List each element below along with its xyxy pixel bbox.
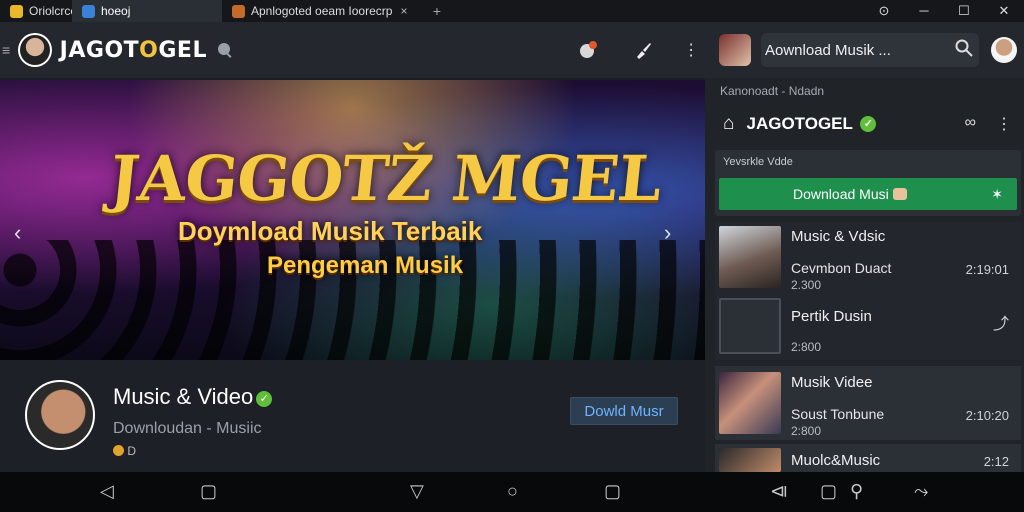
search-box[interactable]: Aownload Musik ... — [761, 33, 979, 67]
home-icon[interactable]: ⌂ — [723, 113, 734, 135]
tab-favicon — [10, 4, 23, 18]
brand-text-end: GEL — [158, 37, 207, 63]
share-icon[interactable]: ⤴ — [993, 310, 1009, 334]
home-circle-icon[interactable]: ○ — [507, 481, 518, 502]
video-thumbnail — [719, 298, 781, 354]
brand-avatar[interactable] — [17, 33, 52, 67]
list-item-meta: 2:800 — [791, 340, 822, 354]
channel-title[interactable]: Music & Video ✓ — [113, 384, 273, 410]
list-item-meta: 2:800 — [791, 424, 822, 438]
more-vertical-icon[interactable]: ⋮ — [996, 114, 1012, 134]
download-music-bar[interactable]: Download Musi ✶ — [719, 178, 1017, 210]
rewind-icon[interactable]: ⧏ — [770, 481, 788, 502]
brush-icon[interactable] — [630, 36, 658, 64]
list-item-meta: 2.300 — [791, 278, 822, 292]
hand-icon — [892, 188, 907, 200]
channel-subtitle: Downloudan - Musiic — [113, 420, 262, 437]
brand-name[interactable]: JAGOTOGEL — [60, 38, 207, 63]
video-thumbnail — [719, 226, 781, 288]
list-item[interactable]: Muolc&Music 2:12 — [715, 444, 1021, 472]
list-item-duration: 2:19:01 — [965, 262, 1009, 277]
maximize-icon[interactable]: ☐ — [944, 0, 984, 22]
brand-text-start: JAGOT — [59, 37, 140, 63]
video-thumbnail — [719, 448, 781, 472]
right-panel: Kanonoadt - Ndadn ⌂ JAGOTOGEL ✓ ∞ ⋮ Yevs… — [705, 78, 1024, 472]
panel-title[interactable]: JAGOTOGEL ✓ — [746, 114, 877, 134]
panel-title-text: JAGOTOGEL — [746, 114, 853, 133]
chevron-left-icon[interactable]: ‹ — [14, 220, 21, 246]
hero-banner[interactable]: JAGGOTŽ MGEL Doymload Musik Terbaik Peng… — [0, 80, 705, 360]
brand-text-o: O — [139, 37, 159, 63]
tab-label: hoeoj — [101, 4, 131, 18]
list-item-subtitle: Cevmbon Duact — [791, 260, 892, 276]
user-avatar[interactable] — [991, 37, 1017, 63]
minimize-icon[interactable]: ─ — [904, 0, 944, 22]
tab-favicon — [232, 4, 245, 18]
panel-title-row: ⌂ JAGOTOGEL ✓ ∞ ⋮ — [705, 108, 1024, 140]
link-icon[interactable]: ∞ — [965, 114, 976, 134]
pin-icon[interactable]: ✶ — [991, 186, 1003, 203]
system-nav-bar: ◁ ▢ ▽ ○ ▢ ⧏ ▢ ⚲ ⤳ — [0, 472, 1024, 512]
new-tab-button[interactable]: + — [422, 0, 452, 22]
video-thumbnail — [719, 372, 781, 434]
channel-thumbnail[interactable] — [719, 34, 751, 66]
banner-subtitle-2: Pengeman Musik — [267, 252, 464, 279]
right-header: Aownload Musik ... — [705, 22, 1024, 78]
channel-avatar[interactable] — [25, 380, 95, 450]
list-item-duration: 2:10:20 — [965, 408, 1009, 423]
banner-title: JAGGOTŽ MGEL — [106, 142, 665, 215]
back-icon[interactable]: ◁ — [100, 481, 114, 502]
close-window-icon[interactable]: ✕ — [984, 0, 1024, 22]
window-controls: ⊙ ─ ☐ ✕ — [864, 0, 1024, 22]
tab-3[interactable]: Apnlogoted oeam Ioorecrp × — [222, 0, 422, 22]
panel-actions: ∞ ⋮ — [965, 114, 1012, 134]
notification-icon[interactable] — [574, 36, 602, 64]
verified-icon: ✓ — [256, 391, 273, 407]
channel-info: Music & Video ✓ Downloudan - Musiic D Dow… — [0, 360, 705, 472]
list-item-title: Musik Videe — [791, 374, 873, 391]
tab-favicon — [82, 4, 95, 18]
tab-2-active[interactable]: hoeoj — [72, 0, 222, 22]
help-icon[interactable]: ⊙ — [864, 0, 904, 22]
channel-title-text: Music & Video — [113, 384, 254, 409]
verified-icon: ✓ — [860, 116, 877, 132]
list-item-title: Muolc&Music — [791, 452, 881, 469]
chevron-right-icon[interactable]: › — [664, 220, 671, 246]
list-item[interactable]: Musik Videe Soust Tonbune 2:800 2:10:20 — [715, 366, 1021, 440]
tab-label: Oriolcrce — [29, 4, 78, 18]
menu-icon[interactable]: ≡ — [2, 42, 12, 58]
down-triangle-icon[interactable]: ▽ — [410, 481, 424, 502]
channel-meta: D — [113, 444, 136, 458]
list-item[interactable]: Pertik Dusin 2:800 ⤴ — [715, 294, 1021, 360]
list-item-subtitle: Soust Tonbune — [791, 406, 885, 422]
square-icon[interactable]: ▢ — [820, 481, 837, 502]
more-vertical-icon[interactable]: ⋮ — [677, 36, 705, 64]
recents-icon[interactable]: ▢ — [200, 481, 217, 502]
featured-label: Yevsrkle Vdde — [723, 156, 793, 168]
close-tab-icon[interactable]: × — [400, 4, 407, 18]
list-item-duration: 2:12 — [983, 454, 1009, 469]
tab-label: Apnlogoted oeam Ioorecrp — [251, 4, 393, 18]
site-header: ≡ JAGOTOGEL ⋮ — [0, 22, 705, 78]
search-input[interactable]: Aownload Musik ... — [765, 42, 955, 59]
search-emoji-icon[interactable] — [211, 36, 239, 64]
square-icon[interactable]: ▢ — [604, 481, 621, 502]
download-music-button[interactable]: Dowld Musr — [570, 397, 678, 425]
list-item-title: Pertik Dusin — [791, 308, 872, 325]
panel-header: Kanonoadt - Ndadn — [720, 84, 825, 98]
tab-1[interactable]: Oriolcrce — [0, 0, 77, 22]
smiley-icon — [113, 445, 124, 456]
download-label: Download Musi — [793, 186, 889, 202]
list-item-title: Music & Vdsic — [791, 228, 886, 245]
banner-subtitle: Doymload Musik Terbaik — [178, 216, 483, 246]
search-icon[interactable]: ⚲ — [850, 481, 863, 502]
list-item[interactable]: Music & Vdsic Cevmbon Duact 2.300 2:19:0… — [715, 222, 1021, 294]
browser-tab-bar: Oriolcrce hoeoj Apnlogoted oeam Ioorecrp… — [0, 0, 1024, 22]
channel-meta-text: D — [127, 444, 137, 458]
rotate-icon[interactable]: ⤳ — [914, 481, 928, 502]
search-icon[interactable] — [955, 39, 973, 62]
featured-card: Yevsrkle Vdde Download Musi ✶ — [715, 150, 1021, 216]
